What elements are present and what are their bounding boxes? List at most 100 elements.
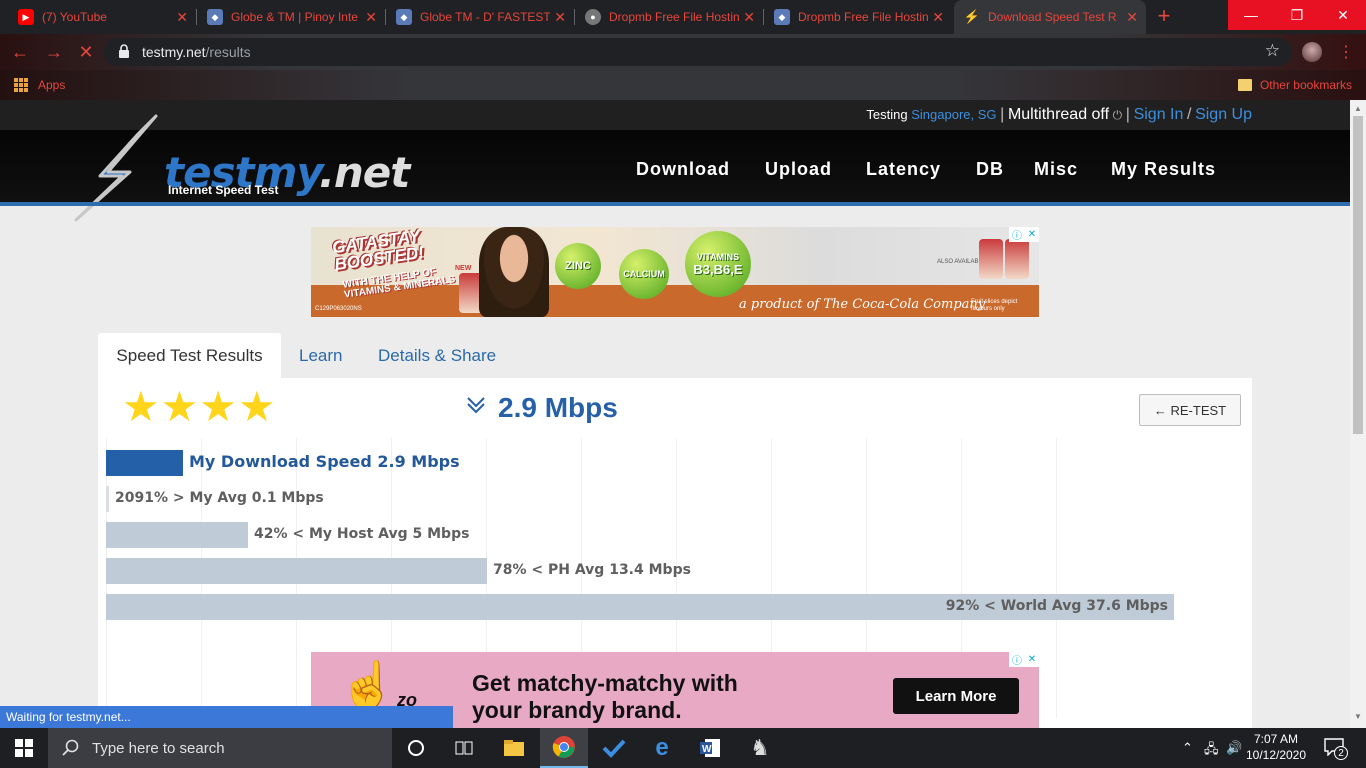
testing-info: Testing Singapore, SG | Multithread off … bbox=[866, 106, 1252, 123]
word-icon[interactable]: W bbox=[686, 728, 734, 768]
my-download-speed-label: My Download Speed 2.9 Mbps bbox=[189, 452, 460, 471]
restore-button[interactable]: ❐ bbox=[1274, 0, 1320, 30]
ad-close-icon[interactable]: ✕ bbox=[1028, 229, 1036, 240]
forward-button[interactable]: → bbox=[44, 42, 64, 62]
ad-bottle-image-2 bbox=[979, 239, 1003, 279]
tab-details-share[interactable]: Details & Share bbox=[378, 333, 496, 379]
start-button[interactable] bbox=[0, 728, 48, 768]
scrollbar-thumb[interactable] bbox=[1353, 116, 1363, 434]
close-tab-icon[interactable]: ✕ bbox=[554, 10, 566, 24]
task-view-icon[interactable] bbox=[440, 728, 488, 768]
clock-time: 7:07 AM bbox=[1253, 732, 1299, 746]
server-location-link[interactable]: Singapore, SG bbox=[911, 107, 996, 122]
stop-loading-button[interactable]: ✕ bbox=[76, 42, 96, 62]
app-chess-icon[interactable]: ♞ bbox=[736, 728, 784, 768]
network-icon[interactable]: 🖧 bbox=[1204, 740, 1219, 762]
tab-label: Dropmb Free File Hostin bbox=[798, 10, 928, 24]
bar-my-download-speed bbox=[106, 450, 183, 476]
browser-tab-dropmb-2[interactable]: ◆ Dropmb Free File Hostin ✕ bbox=[764, 0, 952, 34]
edge-icon[interactable]: e bbox=[638, 728, 686, 768]
retest-button[interactable]: ← RE-TEST bbox=[1139, 394, 1241, 426]
browser-status-bubble: Waiting for testmy.net... bbox=[0, 706, 453, 728]
todo-icon[interactable] bbox=[590, 728, 638, 768]
ad-zinc-ball: ZINC bbox=[555, 243, 601, 289]
tab-learn[interactable]: Learn bbox=[299, 333, 342, 379]
logo-tld-text: .net bbox=[318, 148, 410, 197]
bookmark-star-icon[interactable]: ☆ bbox=[1265, 41, 1280, 61]
ad-choices-control[interactable]: ⓘ ✕ bbox=[1009, 652, 1039, 667]
show-hidden-icons[interactable]: ⌃ bbox=[1182, 740, 1193, 756]
download-chevron-icon bbox=[467, 397, 485, 414]
close-tab-icon[interactable]: ✕ bbox=[365, 10, 377, 24]
sign-up-link[interactable]: Sign Up bbox=[1195, 106, 1252, 123]
ad-learn-more-button[interactable]: Learn More bbox=[893, 678, 1019, 714]
profile-avatar[interactable] bbox=[1302, 42, 1322, 62]
minimize-button[interactable]: — bbox=[1228, 0, 1274, 30]
cortana-icon[interactable] bbox=[392, 728, 440, 768]
search-icon bbox=[62, 739, 79, 756]
system-clock[interactable]: 7:07 AM 10/12/2020 bbox=[1244, 731, 1308, 763]
ad-info-icon[interactable]: ⓘ bbox=[1012, 227, 1022, 242]
back-button[interactable]: ← bbox=[10, 42, 30, 62]
apps-shortcut[interactable]: Apps bbox=[14, 78, 65, 92]
lock-icon bbox=[119, 44, 129, 58]
sign-in-link[interactable]: Sign In bbox=[1134, 106, 1184, 123]
action-center-icon[interactable]: 2 bbox=[1320, 736, 1348, 760]
close-tab-icon[interactable]: ✕ bbox=[176, 10, 188, 24]
power-icon[interactable]: ⏻ bbox=[1113, 108, 1123, 122]
taskbar-search-box[interactable]: Type here to search bbox=[48, 728, 392, 768]
chart-gridline bbox=[1056, 438, 1057, 718]
browser-menu-icon[interactable]: ⋮ bbox=[1338, 42, 1354, 62]
ad-info-icon[interactable]: ⓘ bbox=[1012, 652, 1022, 667]
address-bar[interactable]: testmy.net/results ☆ bbox=[104, 38, 1292, 66]
ad-zinc-label: ZINC bbox=[565, 260, 591, 272]
browser-tabstrip: ▶ (7) YouTube ✕ ◆ Globe & TM | Pinoy Int… bbox=[0, 0, 1366, 34]
tab-label: Globe TM - D' FASTEST bbox=[420, 10, 550, 24]
browser-tab-globe-tm[interactable]: ◆ Globe TM - D' FASTEST ✕ bbox=[386, 0, 574, 34]
tab-speed-test-results[interactable]: Speed Test Results bbox=[98, 333, 281, 379]
scroll-up-arrow-icon[interactable]: ▲ bbox=[1354, 104, 1362, 113]
volume-icon[interactable]: 🔊 bbox=[1226, 740, 1242, 756]
comparison-label: 78% < PH Avg 13.4 Mbps bbox=[493, 562, 691, 578]
close-tab-icon[interactable]: ✕ bbox=[743, 10, 755, 24]
other-bookmarks[interactable]: Other bookmarks bbox=[1237, 78, 1352, 92]
scroll-down-arrow-icon[interactable]: ▼ bbox=[1354, 712, 1362, 721]
site-header: testmy.net Internet Speed Test Download … bbox=[0, 114, 1350, 222]
ad-new-badge: NEW bbox=[455, 265, 472, 272]
browser-tab-dropmb-1[interactable]: ● Dropmb Free File Hostin ✕ bbox=[575, 0, 763, 34]
ad-calcium-ball: CALCIUM bbox=[619, 249, 669, 299]
ad-headline-line1: Get matchy-matchy with bbox=[472, 670, 738, 696]
ad-model-image bbox=[479, 227, 549, 317]
ad-close-icon[interactable]: ✕ bbox=[1028, 654, 1036, 665]
web-page: Testing Singapore, SG | Multithread off … bbox=[0, 100, 1350, 728]
nav-db[interactable]: DB bbox=[976, 159, 1004, 180]
ad-slogan: GATASTAY BOOSTED! bbox=[331, 227, 425, 274]
multithread-status[interactable]: Multithread off bbox=[1008, 106, 1109, 123]
file-explorer-icon[interactable] bbox=[490, 728, 538, 768]
svg-text:W: W bbox=[702, 744, 712, 755]
new-tab-button[interactable]: + bbox=[1152, 5, 1176, 29]
close-window-button[interactable]: ✕ bbox=[1320, 0, 1366, 30]
ad-choices-control[interactable]: ⓘ ✕ bbox=[1009, 227, 1039, 242]
lightning-bolt-logo-icon[interactable] bbox=[70, 114, 166, 224]
page-scrollbar[interactable]: ▲ ▼ bbox=[1350, 100, 1366, 728]
nav-upload[interactable]: Upload bbox=[765, 159, 832, 180]
bar-comparison bbox=[106, 522, 248, 548]
windows-logo-icon bbox=[15, 739, 33, 757]
nav-my-results[interactable]: My Results bbox=[1111, 159, 1216, 180]
browser-tab-youtube[interactable]: ▶ (7) YouTube ✕ bbox=[8, 0, 196, 34]
nav-misc[interactable]: Misc bbox=[1034, 159, 1078, 180]
site-topbar: Testing Singapore, SG | Multithread off … bbox=[0, 100, 1350, 130]
browser-tab-globe-pinoy[interactable]: ◆ Globe & TM | Pinoy Inte ✕ bbox=[197, 0, 385, 34]
browser-tab-testmy[interactable]: ⚡ Download Speed Test R ✕ bbox=[954, 0, 1146, 34]
ad-headline-line2: your brandy brand. bbox=[472, 697, 682, 723]
nav-download[interactable]: Download bbox=[636, 159, 730, 180]
notification-count: 2 bbox=[1334, 746, 1348, 760]
nav-latency[interactable]: Latency bbox=[866, 159, 941, 180]
chrome-icon[interactable] bbox=[540, 728, 588, 768]
close-tab-icon[interactable]: ✕ bbox=[1126, 10, 1138, 24]
advertisement-banner-top[interactable]: GATASTAY BOOSTED! WITH THE HELP OF VITAMIN… bbox=[311, 227, 1039, 317]
header-stripe bbox=[0, 202, 1350, 206]
apps-label: Apps bbox=[38, 78, 66, 92]
close-tab-icon[interactable]: ✕ bbox=[932, 10, 944, 24]
